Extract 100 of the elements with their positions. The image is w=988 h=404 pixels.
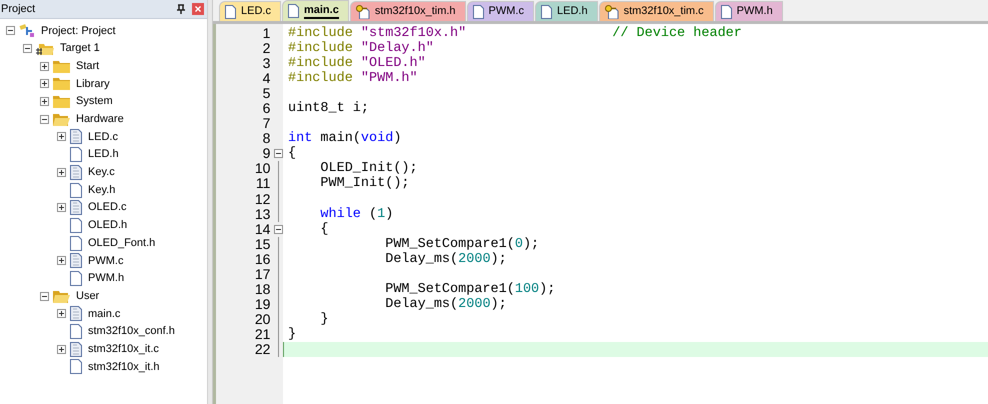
file-icon <box>472 4 484 18</box>
code-line: } <box>319 312 329 327</box>
tree-item[interactable]: PWM.c <box>88 252 124 270</box>
line-number: 14 <box>254 222 272 237</box>
target-folder-icon <box>36 42 54 56</box>
file-tab[interactable]: LED.c <box>219 1 281 21</box>
folder-icon <box>53 95 70 108</box>
tree-item[interactable]: Project: Project <box>41 22 116 40</box>
file-tab[interactable]: stm32f10x_tim.h <box>350 1 466 21</box>
code-line: Delay_ms(2000); <box>384 296 507 312</box>
code-line: { <box>288 146 296 162</box>
source-file-icon <box>70 129 82 144</box>
folder-icon <box>53 60 70 73</box>
pin-icon[interactable] <box>177 4 185 14</box>
tree-item[interactable]: stm32f10x_it.h <box>88 358 160 376</box>
close-icon[interactable] <box>192 3 204 15</box>
tree-item[interactable]: Key.c <box>88 164 115 181</box>
line-number: 12 <box>254 192 272 207</box>
expand-icon[interactable] <box>57 309 66 318</box>
tree-item[interactable]: System <box>76 93 113 110</box>
line-number: 22 <box>254 342 272 357</box>
file-icon <box>70 236 82 251</box>
line-number: 4 <box>262 71 272 86</box>
tree-item[interactable]: Target 1 <box>60 40 100 57</box>
expand-icon[interactable] <box>57 132 66 142</box>
file-tab[interactable]: main.c <box>282 0 349 21</box>
line-number: 3 <box>262 56 272 72</box>
collapse-icon[interactable] <box>40 292 49 301</box>
tree-item[interactable]: User <box>76 288 100 304</box>
file-tab[interactable]: stm32f10x_tim.c <box>598 1 714 21</box>
collapse-icon[interactable] <box>23 44 32 54</box>
tree-item[interactable]: PWM.h <box>88 270 124 287</box>
line-number: 17 <box>254 266 272 282</box>
file-icon <box>720 4 732 18</box>
collapse-icon[interactable] <box>6 26 15 36</box>
tree-item[interactable]: LED.c <box>88 128 118 146</box>
code-line: OLED_Init(); <box>319 161 418 176</box>
code-line: #include "PWM.h" <box>288 71 418 86</box>
code-line: while (1) <box>319 206 394 222</box>
file-icon <box>70 182 82 198</box>
tree-item[interactable]: Key.h <box>88 182 116 198</box>
tree-item[interactable]: OLED.h <box>88 217 128 234</box>
key-file-icon <box>356 4 370 18</box>
code-line: { <box>319 222 329 237</box>
code-line: #include "stm32f10x.h" <box>288 26 466 42</box>
tree-item[interactable]: Library <box>76 76 110 92</box>
line-number: 21 <box>254 326 272 342</box>
line-number: 20 <box>254 312 272 327</box>
source-file-icon <box>70 200 82 216</box>
code-line: PWM_Init(); <box>319 176 410 192</box>
project-icon <box>19 24 35 38</box>
line-number: 6 <box>262 101 272 116</box>
key-file-icon <box>604 4 619 18</box>
file-tab[interactable]: PWM.h <box>714 1 783 21</box>
expand-icon[interactable] <box>57 203 66 212</box>
file-icon <box>225 4 236 18</box>
code-line: PWM_SetCompare1(0); <box>384 236 540 252</box>
source-file-icon <box>70 306 82 322</box>
open-folder-icon <box>53 290 70 303</box>
source-file-icon <box>70 164 82 180</box>
tree-item[interactable]: main.c <box>88 306 120 322</box>
tree-item[interactable]: LED.h <box>88 146 119 163</box>
expand-icon[interactable] <box>40 97 49 106</box>
folder-icon <box>53 77 70 90</box>
file-tab[interactable]: LED.h <box>534 1 598 21</box>
line-number: 9 <box>262 146 272 162</box>
code-line: } <box>288 326 296 342</box>
line-number: 19 <box>254 296 272 312</box>
collapse-icon[interactable] <box>274 224 283 234</box>
code-line: PWM_SetCompare1(100); <box>384 282 556 297</box>
file-icon <box>70 218 82 233</box>
code-comment: // Device header <box>612 26 742 42</box>
line-number: 16 <box>254 252 272 267</box>
tree-item[interactable]: OLED_Font.h <box>88 234 156 252</box>
file-icon <box>288 4 299 18</box>
panel-title: Project <box>1 2 36 17</box>
tree-item[interactable]: stm32f10x_conf.h <box>88 323 175 340</box>
collapse-icon[interactable] <box>274 149 283 158</box>
file-icon <box>70 324 82 340</box>
file-icon <box>540 4 552 18</box>
line-number: 7 <box>262 116 272 132</box>
expand-icon[interactable] <box>57 256 66 266</box>
code-line: Delay_ms(2000); <box>384 252 507 267</box>
file-tab[interactable]: PWM.c <box>466 1 534 21</box>
open-folder-icon <box>53 112 70 126</box>
tree-item[interactable]: OLED.c <box>88 199 127 216</box>
line-number: 15 <box>254 236 272 252</box>
file-icon <box>70 270 82 286</box>
code-line: #include "OLED.h" <box>288 56 426 72</box>
expand-icon[interactable] <box>57 168 66 177</box>
tree-item[interactable]: Hardware <box>76 111 124 128</box>
expand-icon[interactable] <box>40 62 49 71</box>
expand-icon[interactable] <box>40 79 49 88</box>
tree-item[interactable]: Start <box>76 58 100 74</box>
expand-icon[interactable] <box>57 344 66 354</box>
line-number: 8 <box>262 131 272 146</box>
collapse-icon[interactable] <box>40 114 49 124</box>
line-number: 18 <box>254 282 272 297</box>
tree-item[interactable]: stm32f10x_it.c <box>88 340 159 358</box>
source-file-icon <box>70 342 82 357</box>
